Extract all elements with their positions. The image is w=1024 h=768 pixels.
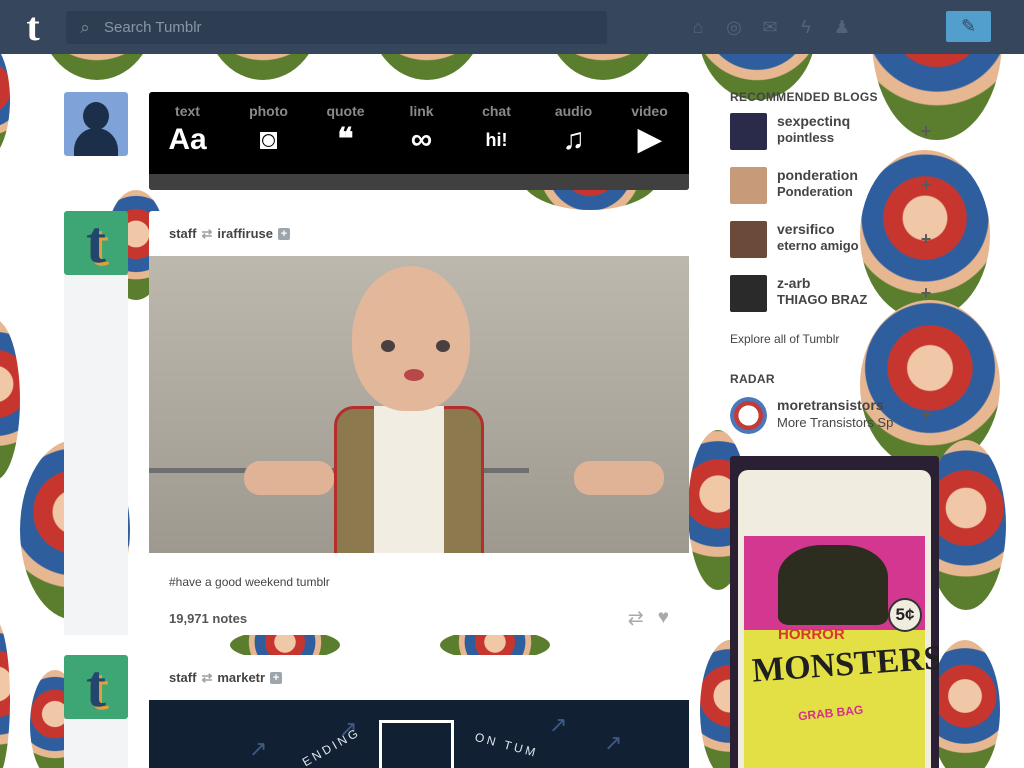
top-navigation-bar: t ⌕ ⌂ ◎ ✉ ϟ ♟ ✎ [0,0,1024,54]
post-type-bar: text Aa photo ◙ quote ❝ link ∞ chat hi! … [149,92,689,190]
heart-icon[interactable]: ♥ [658,607,669,630]
blog-title: Ponderation [777,184,853,199]
blog-name[interactable]: z-arb [777,275,867,291]
text-icon: Aa [168,123,207,156]
headphones-icon: ♫ [562,123,585,156]
post-tags[interactable]: #have a good weekend tumblr [149,553,689,601]
compose-button[interactable]: ✎ [946,11,991,42]
post-header: staff ⇄ marketr + [149,655,689,700]
post-image-text: ENDING [299,724,363,768]
home-icon[interactable]: ⌂ [680,14,716,40]
mail-icon[interactable]: ✉ [752,14,788,40]
chat-icon: hi! [485,130,508,150]
radar-heading: RADAR [730,372,775,386]
price-label: 5¢ [888,598,922,632]
staff-avatar[interactable]: t [64,655,128,719]
new-video-post-button[interactable]: video ▶ [611,92,688,180]
link-icon: ∞ [410,123,433,156]
reblog-icon[interactable]: ⇄ [628,607,644,630]
new-chat-post-button[interactable]: chat hi! [458,92,535,180]
reblog-icon: ⇄ [201,225,213,241]
explore-link[interactable]: Explore all of Tumblr [730,325,940,367]
new-audio-post-button[interactable]: audio ♫ [535,92,612,180]
recommended-blog[interactable]: z-arb THIAGO BRAZ + [730,271,940,325]
post-footer: 19,971 notes ⇄ ♥ [149,601,689,635]
follow-plus-icon[interactable]: + [916,405,936,425]
post-type-bar-footer [149,174,689,190]
post-header: staff ⇄ iraffiruse + [149,211,689,256]
reblog-icon: ⇄ [201,669,213,685]
blog-name[interactable]: sexpectinq [777,113,850,129]
follow-plus-icon[interactable]: + [916,121,936,141]
blog-title: pointless [777,130,835,145]
blog-avatar[interactable] [730,275,767,312]
radar-blog-name[interactable]: moretransistors [777,397,893,414]
blog-title: THIAGO BRAZ [777,292,868,307]
video-camera-icon: ▶ [637,123,662,156]
post-author[interactable]: staff [169,670,196,685]
new-photo-post-button[interactable]: photo ◙ [230,92,307,180]
lightning-icon[interactable]: ϟ [788,14,824,40]
compass-icon[interactable]: ◎ [716,14,752,40]
pencil-icon: ✎ [960,16,977,36]
blog-avatar[interactable] [730,167,767,204]
radar-post-image[interactable]: 5¢ HORROR MONSTERS GRAB BAG [730,456,939,768]
recommended-blog[interactable]: ponderation Ponderation + [730,163,940,217]
post-gif[interactable] [149,256,689,553]
follow-plus-icon[interactable]: + [270,671,283,684]
user-avatar[interactable] [64,92,128,156]
account-icon[interactable]: ♟ [824,14,860,40]
search-icon: ⌕ [80,17,90,37]
post-card: staff ⇄ iraffiruse + #have a good weeken… [149,211,689,635]
blog-title: eterno amigo [777,238,859,253]
follow-plus-icon[interactable]: + [916,283,936,303]
blog-name[interactable]: ponderation [777,167,858,183]
blog-avatar[interactable] [730,221,767,258]
follow-plus-icon[interactable]: + [916,175,936,195]
blog-avatar[interactable] [730,113,767,150]
follow-plus-icon[interactable]: + [916,229,936,249]
search-bar[interactable]: ⌕ [66,11,607,44]
radar-blog[interactable]: moretransistors More Transistors Sp + [730,397,940,443]
recommended-blogs-heading: RECOMMENDED BLOGS [730,90,878,104]
nav-icons: ⌂ ◎ ✉ ϟ ♟ [680,14,860,40]
post-image[interactable]: ↗ ↗ ↗ ↗ ENDING ON TUM [149,700,689,768]
blog-name[interactable]: versifico [777,221,859,237]
reblogged-from[interactable]: marketr [217,670,265,685]
quote-icon: ❝ [337,123,354,156]
new-link-post-button[interactable]: link ∞ [383,92,460,180]
notes-count[interactable]: 19,971 notes [169,611,247,626]
sidebar: RECOMMENDED BLOGS sexpectinq pointless +… [730,85,940,443]
horror-label: HORROR [778,626,845,643]
staff-avatar[interactable]: t [64,211,128,275]
reblogged-from[interactable]: iraffiruse [217,226,273,241]
search-input[interactable] [104,19,584,36]
tumblr-logo[interactable]: t [18,7,48,47]
recommended-blog[interactable]: sexpectinq pointless + [730,109,940,163]
new-text-post-button[interactable]: text Aa [149,92,226,180]
avatar-column [64,719,128,768]
camera-icon: ◙ [259,123,278,156]
follow-plus-icon[interactable]: + [278,227,290,240]
recommended-blog[interactable]: versifico eterno amigo + [730,217,940,271]
new-quote-post-button[interactable]: quote ❝ [307,92,384,180]
post-card: staff ⇄ marketr + ↗ ↗ ↗ ↗ ENDING ON TUM [149,655,689,768]
avatar-column [64,275,128,635]
post-image-text: ON TUM [473,729,540,761]
post-author[interactable]: staff [169,226,196,241]
radar-blog-avatar[interactable] [730,397,767,434]
radar-blog-title: More Transistors Sp [777,415,894,430]
